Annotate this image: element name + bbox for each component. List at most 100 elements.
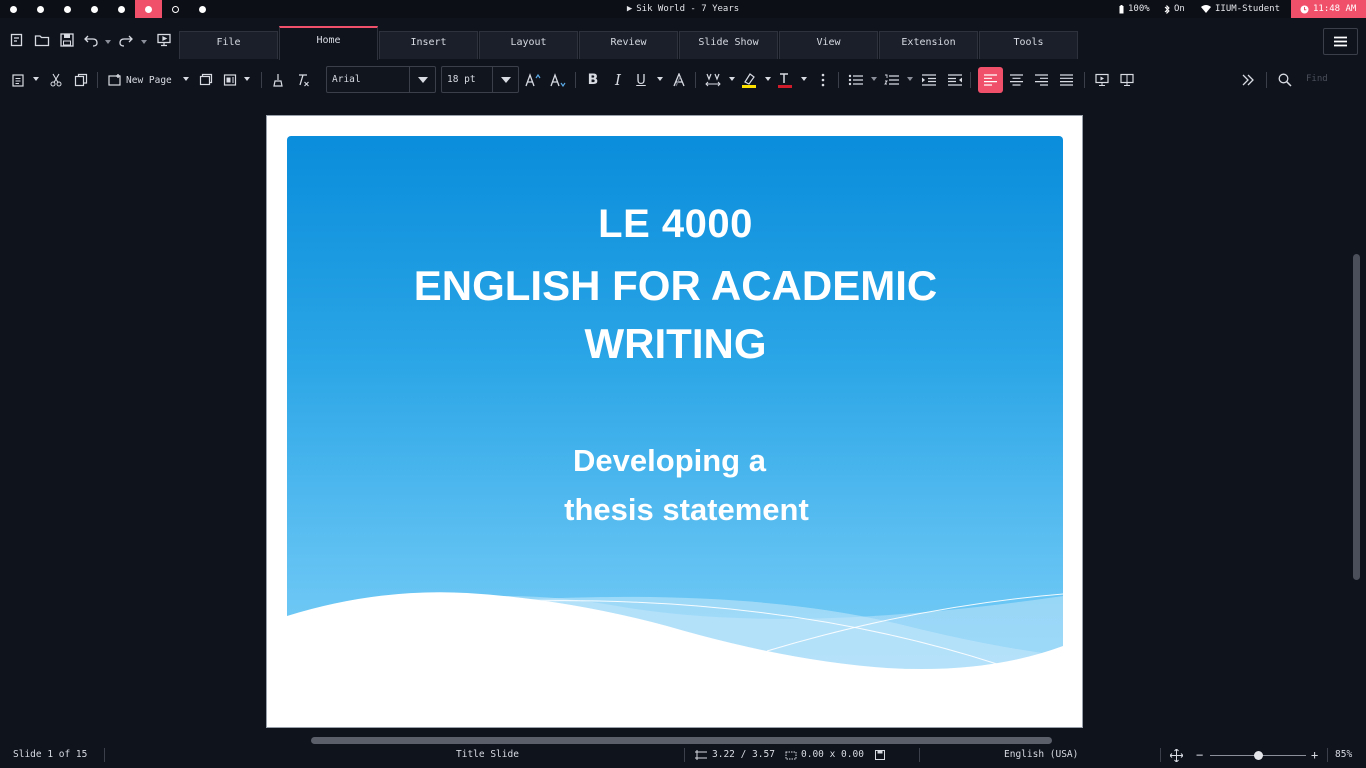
slide-title-line-1[interactable]: LE 4000	[267, 202, 1082, 247]
hamburger-menu-button[interactable]	[1323, 28, 1358, 55]
font-size-dropdown-icon[interactable]	[492, 67, 518, 92]
paste-dropdown-icon[interactable]	[33, 77, 39, 81]
italic-icon[interactable]: I	[610, 71, 626, 89]
start-presentation-icon[interactable]	[156, 32, 172, 48]
clock[interactable]: 11:48 AM	[1291, 0, 1366, 18]
bluetooth-icon	[1164, 4, 1170, 14]
wifi-indicator[interactable]: IIUM-Student	[1201, 0, 1280, 18]
slide-count: Slide 1 of 15	[13, 749, 88, 760]
align-center-icon[interactable]	[1008, 71, 1024, 89]
workspace-2[interactable]	[27, 0, 54, 18]
toolbar-separator	[838, 72, 839, 88]
font-name-dropdown-icon[interactable]	[409, 67, 435, 92]
bluetooth-indicator[interactable]: On	[1164, 0, 1185, 18]
workspace-3[interactable]	[54, 0, 81, 18]
position-icon	[695, 750, 707, 760]
workspace-4[interactable]	[81, 0, 108, 18]
align-left-button[interactable]	[978, 67, 1003, 93]
tab-tools[interactable]: Tools	[979, 31, 1078, 59]
unordered-list-dropdown-icon[interactable]	[871, 77, 877, 81]
horizontal-scrollbar[interactable]	[311, 737, 1052, 744]
battery-indicator[interactable]: 100%	[1119, 0, 1150, 18]
language-selector[interactable]: English (USA)	[1004, 746, 1078, 764]
font-color-dropdown-icon[interactable]	[801, 77, 807, 81]
slide-title-line-3[interactable]: WRITING	[267, 320, 1082, 368]
slide-layout-icon[interactable]	[222, 71, 238, 89]
ordered-list-icon[interactable]	[884, 71, 900, 89]
decrease-font-size-icon[interactable]	[550, 71, 566, 89]
zoom-percent[interactable]: 85%	[1335, 746, 1352, 764]
toolbar-separator	[1266, 72, 1267, 88]
tab-extension[interactable]: Extension	[879, 31, 978, 59]
new-page-dropdown-icon[interactable]	[183, 77, 189, 81]
redo-icon[interactable]	[118, 32, 134, 48]
character-spacing-dropdown-icon[interactable]	[729, 77, 735, 81]
more-options-icon[interactable]	[816, 71, 830, 89]
search-icon[interactable]	[1277, 71, 1293, 89]
save-icon[interactable]	[59, 32, 75, 48]
zoom-out-button[interactable]: −	[1196, 746, 1203, 764]
workspace-7[interactable]	[162, 0, 189, 18]
character-spacing-icon[interactable]	[705, 71, 721, 89]
workspace-5[interactable]	[108, 0, 135, 18]
tab-insert[interactable]: Insert	[379, 31, 478, 59]
increase-font-size-icon[interactable]	[525, 71, 541, 89]
tab-review[interactable]: Review	[579, 31, 678, 59]
slide-canvas[interactable]: LE 4000 ENGLISH FOR ACADEMIC WRITING Dev…	[266, 115, 1083, 728]
font-name-combo[interactable]: Arial	[326, 66, 436, 93]
font-size-combo[interactable]: 18 pt	[441, 66, 519, 93]
find-input[interactable]: Find	[1306, 70, 1358, 88]
highlight-color-icon[interactable]	[741, 71, 757, 89]
ordered-list-dropdown-icon[interactable]	[907, 77, 913, 81]
align-right-icon[interactable]	[1033, 71, 1049, 89]
new-document-icon[interactable]	[9, 32, 25, 48]
tab-view[interactable]: View	[779, 31, 878, 59]
underline-icon[interactable]: U	[633, 71, 649, 89]
tab-file[interactable]: File	[179, 31, 278, 59]
clone-formatting-icon[interactable]	[270, 71, 286, 89]
slide-subtitle-line-2[interactable]: thesis statement	[278, 492, 1082, 528]
toolbar-overflow-icon[interactable]	[1240, 71, 1256, 89]
layout-name[interactable]: Title Slide	[456, 746, 519, 764]
undo-dropdown-icon[interactable]	[105, 40, 111, 44]
slide-layout-dropdown-icon[interactable]	[244, 77, 250, 81]
workspace-8[interactable]	[189, 0, 216, 18]
workspace-6-active[interactable]	[135, 0, 162, 18]
underline-dropdown-icon[interactable]	[657, 77, 663, 81]
start-from-current-slide-icon[interactable]	[1094, 71, 1110, 89]
tab-home[interactable]: Home	[279, 26, 378, 60]
clear-formatting-icon[interactable]	[295, 71, 311, 89]
duplicate-slide-icon[interactable]	[198, 71, 214, 89]
paste-icon[interactable]	[10, 71, 26, 89]
fit-slide-button[interactable]	[1170, 746, 1183, 764]
shadow-text-icon[interactable]	[671, 71, 687, 89]
slide-title-line-2[interactable]: ENGLISH FOR ACADEMIC	[267, 262, 1082, 310]
unordered-list-icon[interactable]	[848, 71, 864, 89]
increase-indent-icon[interactable]	[921, 71, 937, 89]
font-size-value: 18 pt	[447, 74, 476, 85]
undo-icon[interactable]	[83, 32, 99, 48]
vertical-scrollbar[interactable]	[1353, 254, 1360, 580]
toolbar-separator	[575, 72, 576, 88]
open-folder-icon[interactable]	[34, 32, 50, 48]
justify-icon[interactable]	[1058, 71, 1074, 89]
bold-icon[interactable]: B	[585, 71, 601, 89]
toolbar-separator	[97, 72, 98, 88]
cut-icon[interactable]	[48, 71, 64, 89]
zoom-in-button[interactable]: +	[1311, 746, 1318, 764]
presenter-console-icon[interactable]	[1119, 71, 1135, 89]
document-modified-indicator[interactable]	[875, 746, 885, 764]
tab-slide-show[interactable]: Slide Show	[679, 31, 778, 59]
cursor-position: 3.22 / 3.57	[694, 746, 775, 764]
redo-dropdown-icon[interactable]	[141, 40, 147, 44]
workspace-1[interactable]	[0, 0, 27, 18]
new-page-icon	[108, 74, 121, 86]
decrease-indent-icon[interactable]	[947, 71, 963, 89]
slide-subtitle-line-1[interactable]: Developing a	[267, 443, 1078, 479]
copy-icon[interactable]	[73, 71, 89, 89]
font-color-icon[interactable]	[777, 71, 793, 89]
tab-layout[interactable]: Layout	[479, 31, 578, 59]
zoom-slider-thumb[interactable]	[1253, 751, 1263, 760]
highlight-color-dropdown-icon[interactable]	[765, 77, 771, 81]
new-page-button[interactable]: New Page	[108, 71, 178, 89]
